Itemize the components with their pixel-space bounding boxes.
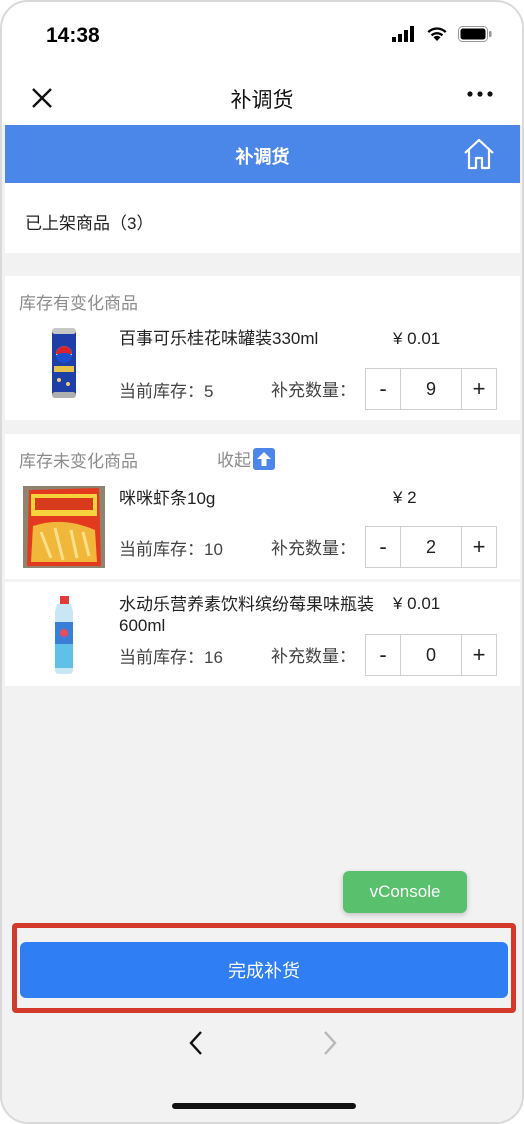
arrow-up-icon: [253, 447, 275, 470]
product-price: ¥ 2: [393, 488, 417, 507]
refill-label: 补充数量：: [271, 647, 356, 666]
increment-button[interactable]: +: [461, 526, 497, 568]
unchanged-stock-section: 库存未变化商品 收起 咪咪虾条10g ¥ 2 当前库存：10 补充数量： - 2…: [5, 434, 520, 579]
list-item: 水动乐营养素饮料缤纷莓果味瓶装600ml ¥ 0.01 当前库存：16 补充数量…: [5, 582, 520, 686]
wifi-icon: [427, 27, 447, 41]
quantity-stepper: - 2 +: [365, 526, 497, 568]
quantity-input[interactable]: 0: [401, 634, 461, 676]
collapse-toggle[interactable]: 收起: [217, 446, 275, 471]
stock-label: 当前库存：: [119, 648, 204, 667]
home-indicator: [172, 1103, 356, 1109]
increment-button[interactable]: +: [461, 368, 497, 410]
quantity-input[interactable]: 9: [401, 368, 461, 410]
decrement-button[interactable]: -: [365, 368, 401, 410]
product-name: 百事可乐桂花味罐装330ml: [119, 329, 319, 348]
pepsi-can-image: [52, 328, 76, 398]
product-name: 咪咪虾条10g: [119, 489, 216, 508]
shelf-summary: 已上架商品（3）: [5, 183, 520, 253]
shrimp-snack-image: [23, 486, 105, 568]
shelf-count-label: 已上架商品（3）: [25, 214, 154, 233]
stock-label: 当前库存：: [119, 540, 204, 559]
current-stock: 当前库存：5: [119, 377, 213, 402]
status-bar: 14:38: [2, 2, 522, 72]
refill-label: 补充数量：: [271, 381, 356, 400]
decrement-button[interactable]: -: [365, 526, 401, 568]
nav-title: 补调货: [230, 89, 294, 112]
product-price: ¥ 0.01: [393, 329, 441, 348]
stock-value: 16: [204, 648, 223, 667]
quantity-stepper: - 9 +: [365, 368, 497, 410]
nav-bar: 补调货: [2, 72, 522, 125]
stock-value: 10: [204, 540, 223, 559]
status-icons: [392, 26, 492, 42]
quantity-stepper: - 0 +: [365, 634, 497, 676]
changed-stock-section: 库存有变化商品 百事可乐桂花味罐装330ml ¥ 0.01 当前库存：5 补充数…: [5, 276, 520, 420]
battery-icon: [458, 26, 492, 42]
current-stock: 当前库存：16: [119, 643, 223, 668]
increment-button[interactable]: +: [461, 634, 497, 676]
complete-restock-button[interactable]: 完成补货: [20, 942, 508, 998]
quantity-input[interactable]: 2: [401, 526, 461, 568]
back-arrow-icon[interactable]: [182, 1028, 210, 1058]
more-icon[interactable]: [466, 88, 494, 100]
refill-label: 补充数量：: [271, 539, 356, 558]
page-title: 补调货: [235, 147, 290, 167]
phone-frame: 14:38 补调货 补调货 已上架商品（3） 库存有变化商品 百事可乐桂花味罐装…: [0, 0, 524, 1124]
page-header: 补调货: [5, 125, 520, 183]
status-time: 14:38: [46, 24, 100, 47]
stock-label: 当前库存：: [119, 382, 204, 401]
changed-section-title: 库存有变化商品: [19, 294, 138, 313]
product-name: 水动乐营养素饮料缤纷莓果味瓶装600ml: [119, 595, 374, 635]
decrement-button[interactable]: -: [365, 634, 401, 676]
signal-icon: [392, 26, 414, 42]
current-stock: 当前库存：10: [119, 535, 223, 560]
vconsole-button[interactable]: vConsole: [343, 871, 467, 913]
unchanged-section-title: 库存未变化商品: [19, 452, 138, 471]
product-price: ¥ 0.01: [393, 594, 441, 613]
collapse-label: 收起: [217, 451, 251, 470]
complete-button-highlight: 完成补货: [12, 923, 516, 1013]
forward-arrow-icon[interactable]: [316, 1028, 344, 1058]
home-icon[interactable]: [462, 137, 496, 171]
stock-value: 5: [204, 382, 214, 401]
sports-drink-bottle-image: [55, 596, 73, 674]
